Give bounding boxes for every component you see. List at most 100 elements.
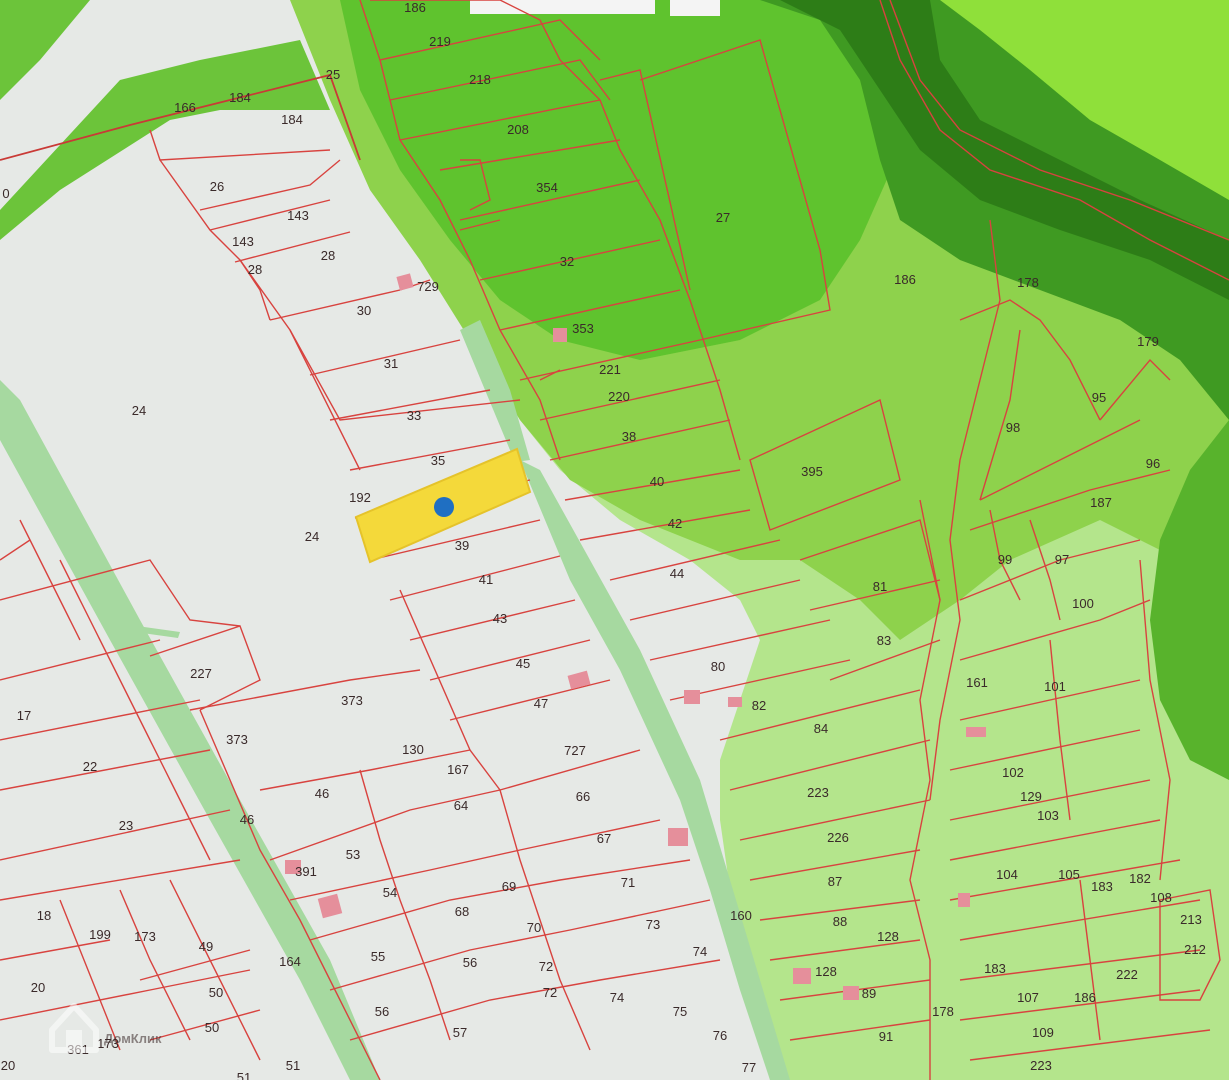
parcel-label: 81 — [873, 579, 887, 594]
parcel-label: 43 — [493, 611, 507, 626]
parcel-label: 129 — [1020, 789, 1042, 804]
parcel-label: 182 — [1129, 871, 1151, 886]
parcel-label: 74 — [610, 990, 624, 1005]
parcel-label: 219 — [429, 34, 451, 49]
parcel-label: 220 — [608, 389, 630, 404]
parcel-label: 186 — [894, 272, 916, 287]
parcel-label: 164 — [279, 954, 301, 969]
parcel-label: 18 — [37, 908, 51, 923]
parcel-label: 33 — [407, 408, 421, 423]
parcel-label: 80 — [711, 659, 725, 674]
parcel-label: 105 — [1058, 867, 1080, 882]
parcel-label: 218 — [469, 72, 491, 87]
parcel-label: 38 — [622, 429, 636, 444]
parcel-label: 47 — [534, 696, 548, 711]
parcel-label: 186 — [404, 0, 426, 15]
parcel-label: 221 — [599, 362, 621, 377]
parcel-label: 192 — [349, 490, 371, 505]
parcel-label: 20 — [31, 980, 45, 995]
parcel-label: 95 — [1092, 390, 1106, 405]
parcel-label: 83 — [877, 633, 891, 648]
parcel-label: 50 — [209, 985, 223, 1000]
parcel-label: 729 — [417, 279, 439, 294]
parcel-label: 49 — [199, 939, 213, 954]
parcel-label: 40 — [650, 474, 664, 489]
parcel-label: 213 — [1180, 912, 1202, 927]
parcel-label: 28 — [321, 248, 335, 263]
parcel-label: 100 — [1072, 596, 1094, 611]
parcel-label: 84 — [814, 721, 828, 736]
parcel-label: 98 — [1006, 420, 1020, 435]
parcel-label: 46 — [315, 786, 329, 801]
white-block — [670, 0, 720, 16]
parcel-label: 73 — [646, 917, 660, 932]
parcel-label: 17 — [17, 708, 31, 723]
parcel-label: 72 — [539, 959, 553, 974]
parcel-label: 184 — [229, 90, 251, 105]
parcel-label: 55 — [371, 949, 385, 964]
parcel-label: 89 — [862, 986, 876, 1001]
parcel-label: 179 — [1137, 334, 1159, 349]
parcel-label: 223 — [807, 785, 829, 800]
building-marker — [668, 828, 688, 846]
parcel-label: 45 — [516, 656, 530, 671]
parcel-label: 391 — [295, 864, 317, 879]
parcel-label: 87 — [828, 874, 842, 889]
parcel-label: 97 — [1055, 552, 1069, 567]
parcel-label: 88 — [833, 914, 847, 929]
location-marker[interactable] — [434, 497, 454, 517]
parcel-label: 42 — [668, 516, 682, 531]
parcel-label: 56 — [463, 955, 477, 970]
parcel-label: 20 — [1, 1058, 15, 1073]
parcel-label: 51 — [237, 1070, 251, 1080]
parcel-label: 102 — [1002, 765, 1024, 780]
parcel-label: 354 — [536, 180, 558, 195]
parcel-label: 77 — [742, 1060, 756, 1075]
parcel-label: 166 — [174, 100, 196, 115]
parcel-label: 27 — [716, 210, 730, 225]
parcel-label: 143 — [287, 208, 309, 223]
building-marker — [553, 328, 567, 342]
parcel-label: 143 — [232, 234, 254, 249]
parcel-label: 187 — [1090, 495, 1112, 510]
parcel-label: 178 — [1017, 275, 1039, 290]
parcel-label: 183 — [984, 961, 1006, 976]
parcel-label: 23 — [119, 818, 133, 833]
parcel-label: 75 — [673, 1004, 687, 1019]
parcel-label: 56 — [375, 1004, 389, 1019]
parcel-label: 101 — [1044, 679, 1066, 694]
parcel-label: 68 — [455, 904, 469, 919]
parcel-label: 223 — [1030, 1058, 1052, 1073]
parcel-label: 44 — [670, 566, 684, 581]
parcel-label: 208 — [507, 122, 529, 137]
parcel-label: 96 — [1146, 456, 1160, 471]
parcel-label: 373 — [341, 693, 363, 708]
parcel-label: 184 — [281, 112, 303, 127]
parcel-label: 28 — [248, 262, 262, 277]
parcel-label: 35 — [431, 453, 445, 468]
parcel-label: 128 — [815, 964, 837, 979]
parcel-label: 167 — [447, 762, 469, 777]
parcel-label: 76 — [713, 1028, 727, 1043]
parcel-label: 32 — [560, 254, 574, 269]
parcel-label: 31 — [384, 356, 398, 371]
parcel-label: 222 — [1116, 967, 1138, 982]
parcel-label: 69 — [502, 879, 516, 894]
parcel-label: 161 — [966, 675, 988, 690]
parcel-label: 39 — [455, 538, 469, 553]
parcel-label: 226 — [827, 830, 849, 845]
parcel-label: 107 — [1017, 990, 1039, 1005]
parcel-label: 108 — [1150, 890, 1172, 905]
parcel-label: 727 — [564, 743, 586, 758]
building-marker — [958, 893, 970, 907]
parcel-label: 91 — [879, 1029, 893, 1044]
parcel-label: 41 — [479, 572, 493, 587]
parcel-label: 99 — [998, 552, 1012, 567]
parcel-label: 160 — [730, 908, 752, 923]
cadastral-map[interactable]: 1862192182518418416620835426143143282827… — [0, 0, 1229, 1080]
parcel-label: 173 — [134, 929, 156, 944]
parcel-label: 74 — [693, 944, 707, 959]
building-marker — [843, 986, 859, 1000]
parcel-label: 26 — [210, 179, 224, 194]
parcel-label: 82 — [752, 698, 766, 713]
